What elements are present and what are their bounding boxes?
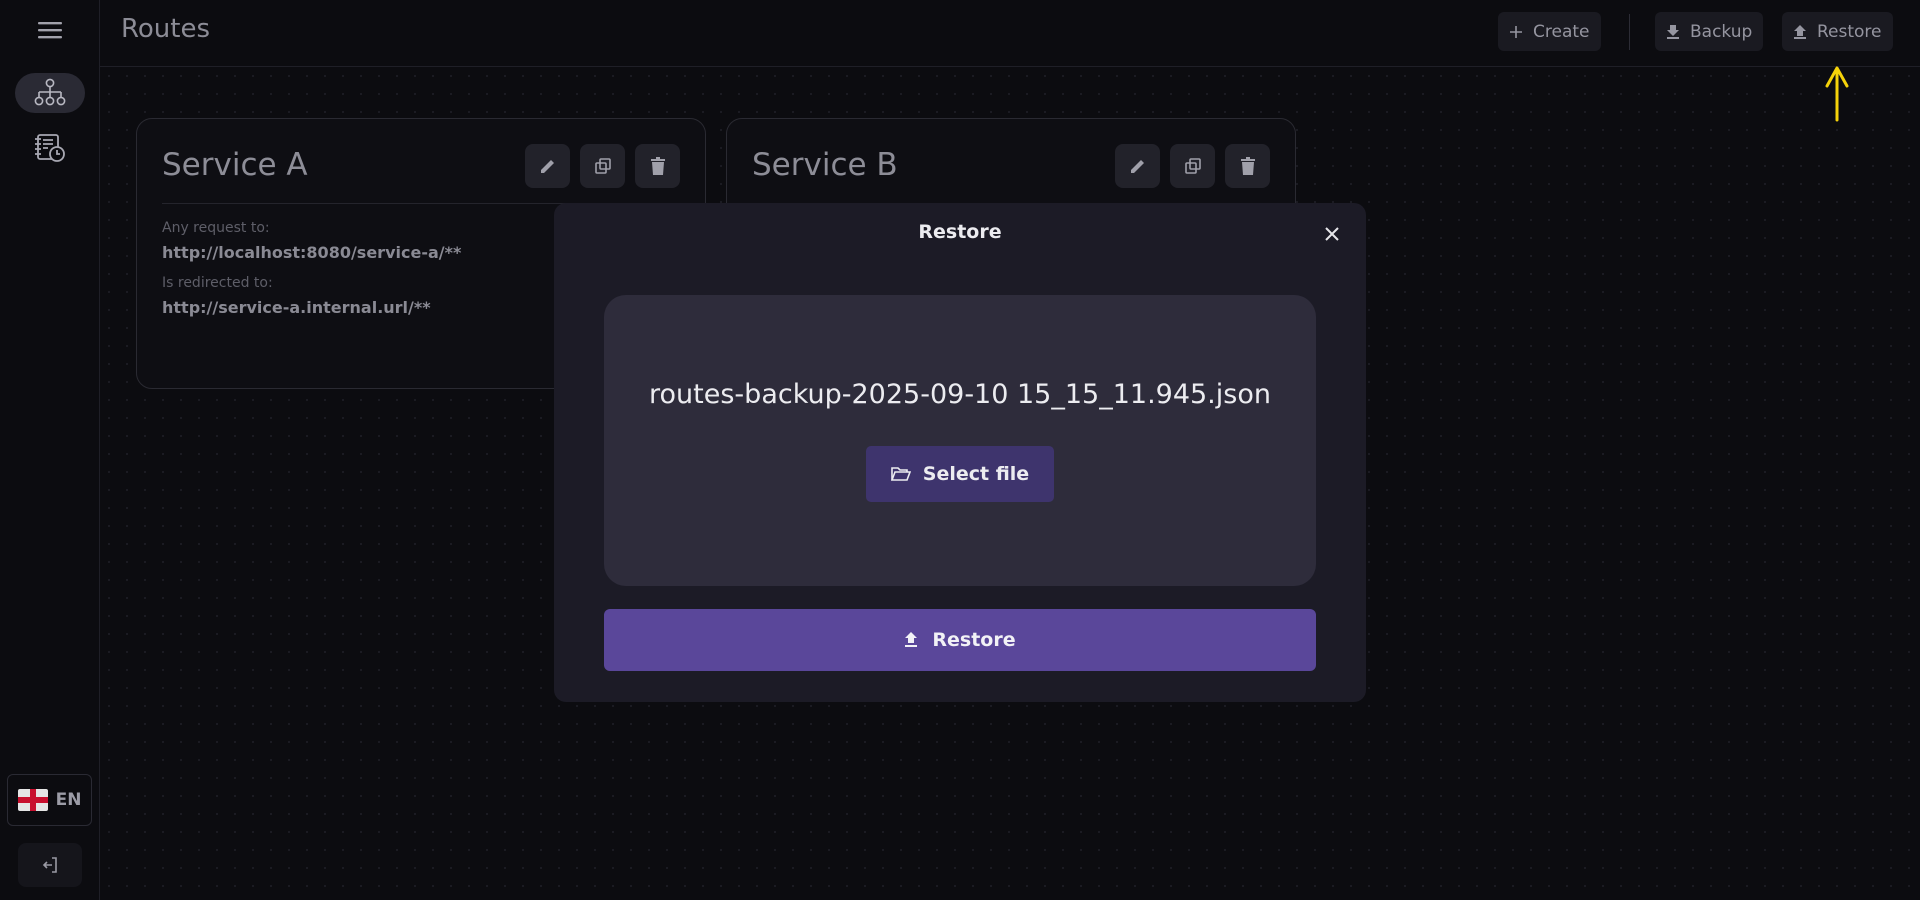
routes-icon xyxy=(34,78,66,106)
page-title: Routes xyxy=(121,14,211,44)
folder-open-icon xyxy=(890,467,911,481)
copy-icon xyxy=(1184,158,1201,174)
app-root: EN Routes Create Backup Restore Service … xyxy=(0,0,1920,900)
restore-submit-button[interactable]: Restore xyxy=(604,609,1316,671)
delete-button[interactable] xyxy=(1225,144,1270,188)
card-title: Service B xyxy=(752,147,898,183)
trash-icon xyxy=(1240,157,1255,175)
trash-icon xyxy=(650,157,665,175)
language-label: EN xyxy=(55,790,82,810)
dialog-title: Restore xyxy=(918,221,1002,243)
sidebar-item-routes[interactable] xyxy=(15,73,85,113)
edit-button[interactable] xyxy=(1115,144,1160,188)
delete-button[interactable] xyxy=(635,144,680,188)
restore-dialog: Restore routes-backup-2025-09-10 15_15_1… xyxy=(554,203,1366,702)
download-icon xyxy=(1667,24,1679,39)
upload-icon xyxy=(905,632,918,647)
request-value: http://localhost:8080/service-a/** xyxy=(162,243,462,262)
restore-submit-label: Restore xyxy=(932,629,1016,651)
flag-england-icon xyxy=(17,789,48,811)
card-title: Service A xyxy=(162,147,308,183)
select-file-button[interactable]: Select file xyxy=(866,446,1054,502)
close-icon xyxy=(1325,227,1339,241)
language-selector[interactable]: EN xyxy=(7,774,92,826)
restore-button[interactable]: Restore xyxy=(1782,12,1893,51)
header-divider xyxy=(1629,14,1630,50)
backup-button[interactable]: Backup xyxy=(1655,12,1764,51)
close-button[interactable] xyxy=(1320,222,1344,246)
upload-icon xyxy=(1794,24,1806,39)
logout-button[interactable] xyxy=(18,843,82,887)
card-actions xyxy=(525,144,680,188)
annotation-arrow-icon xyxy=(1825,66,1849,122)
redirect-label: Is redirected to: xyxy=(162,275,273,291)
plus-icon xyxy=(1510,25,1522,38)
select-file-label: Select file xyxy=(922,463,1030,485)
edit-button[interactable] xyxy=(525,144,570,188)
menu-button[interactable] xyxy=(34,16,66,44)
history-icon xyxy=(35,134,65,162)
top-bar: Routes Create Backup Restore xyxy=(100,0,1920,67)
copy-icon xyxy=(594,158,611,174)
sidebar: EN xyxy=(0,0,100,900)
logout-icon xyxy=(42,857,57,873)
menu-icon xyxy=(38,22,62,39)
request-label: Any request to: xyxy=(162,220,270,236)
card-actions xyxy=(1115,144,1270,188)
pencil-icon xyxy=(1130,160,1144,173)
create-label: Create xyxy=(1533,21,1590,42)
selected-file-name: routes-backup-2025-09-10 15_15_11.945.js… xyxy=(649,379,1271,410)
duplicate-button[interactable] xyxy=(1170,144,1215,188)
backup-label: Backup xyxy=(1690,21,1753,42)
sidebar-item-history[interactable] xyxy=(30,130,70,166)
duplicate-button[interactable] xyxy=(580,144,625,188)
redirect-value: http://service-a.internal.url/** xyxy=(162,298,431,317)
pencil-icon xyxy=(540,160,554,173)
file-dropzone[interactable]: routes-backup-2025-09-10 15_15_11.945.js… xyxy=(604,295,1316,586)
create-button[interactable]: Create xyxy=(1498,12,1601,51)
restore-label: Restore xyxy=(1817,21,1882,42)
